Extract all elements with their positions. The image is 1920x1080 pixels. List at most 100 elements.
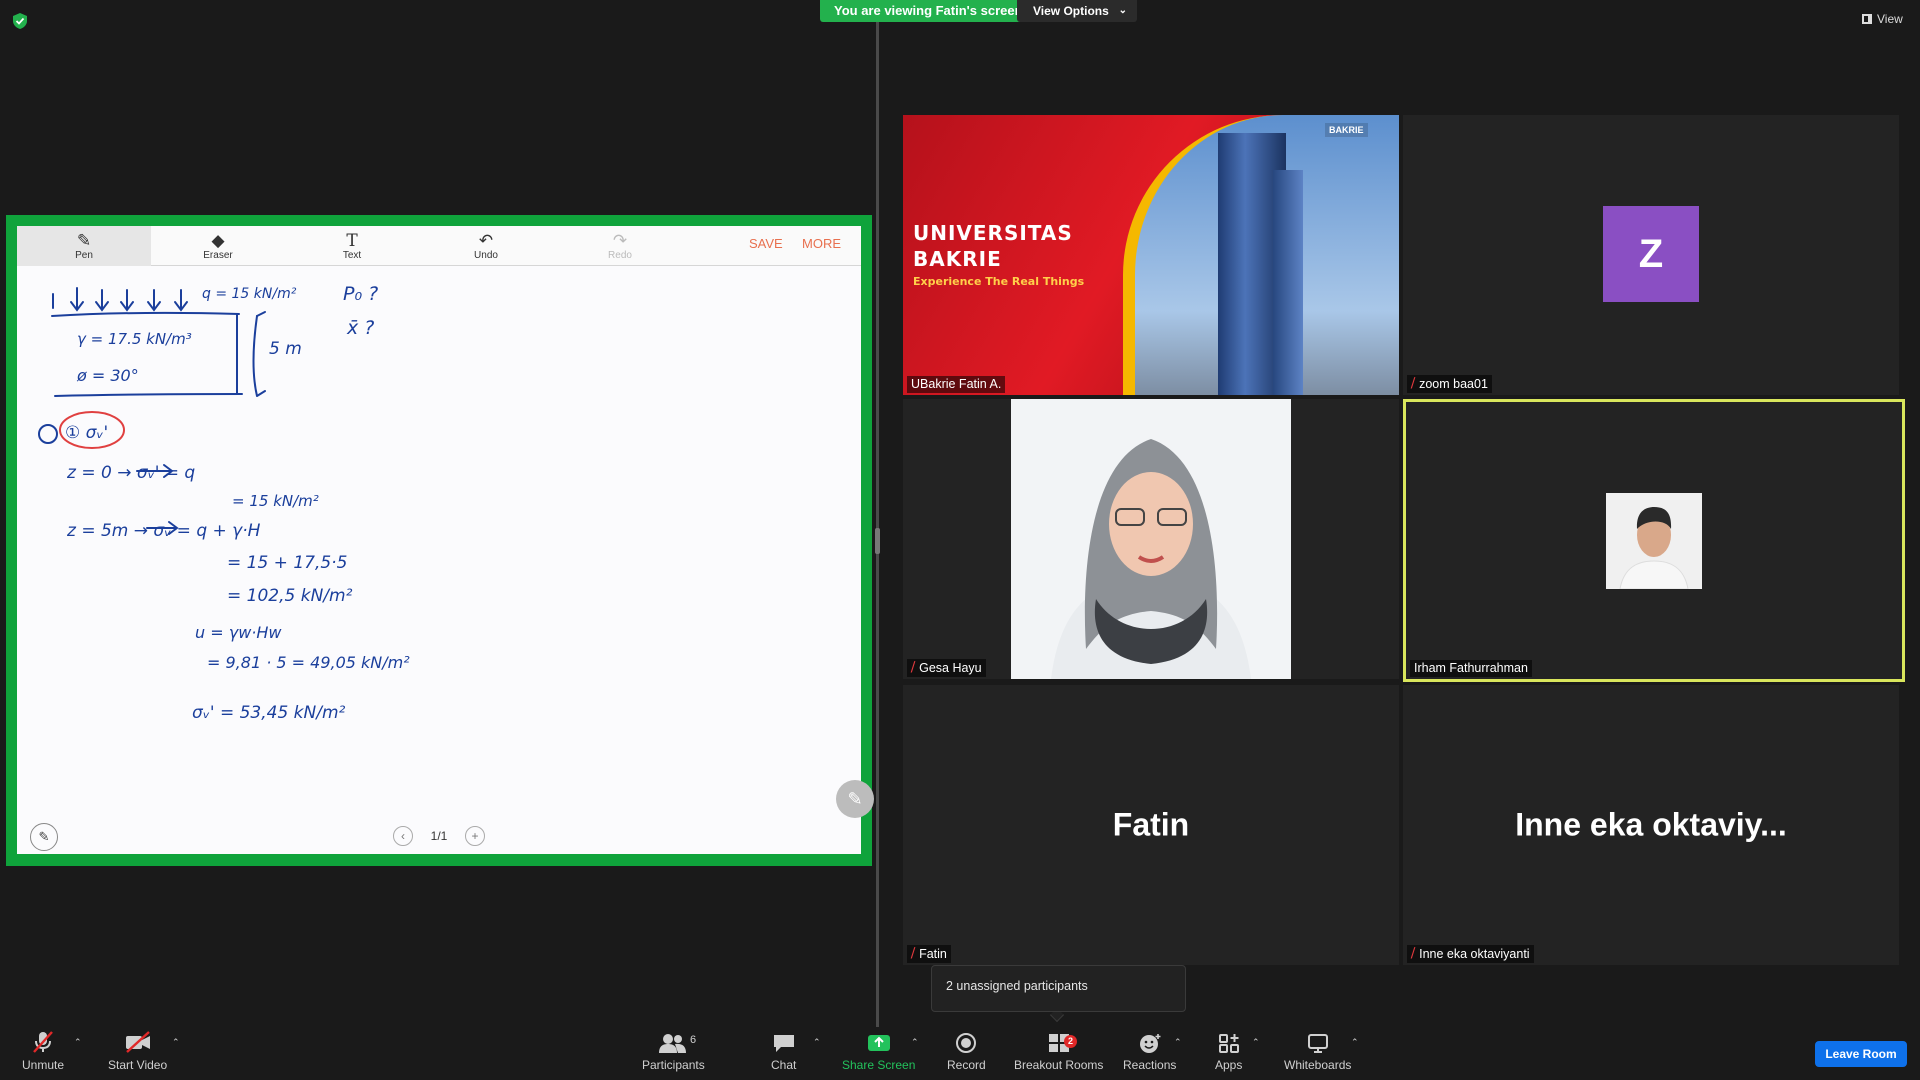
participant-name-text: UBakrie Fatin A.: [911, 377, 1002, 391]
tool-eraser[interactable]: ◆ Eraser: [151, 226, 285, 266]
gallery-view-icon: [1862, 14, 1872, 24]
apps-label: Apps: [1215, 1058, 1243, 1072]
whiteboard-more-button[interactable]: MORE: [802, 236, 841, 251]
participant-name: Irham Fathurrahman: [1410, 660, 1532, 677]
video-tile-fatin[interactable]: Fatin ⧸ Fatin: [903, 685, 1399, 965]
tool-label: Pen: [75, 249, 93, 261]
add-page-button[interactable]: +: [465, 826, 485, 846]
avatar: Z: [1603, 206, 1699, 302]
whiteboard-save-button[interactable]: SAVE: [749, 236, 783, 251]
side-panel-toggle-icon[interactable]: ›: [6, 828, 16, 852]
video-tile-inne[interactable]: Inne eka oktaviy... ⧸ Inne eka oktaviyan…: [1403, 685, 1899, 965]
leave-room-button[interactable]: Leave Room: [1815, 1041, 1907, 1067]
whiteboard-icon: [1306, 1030, 1330, 1054]
chat-options-caret-icon[interactable]: ⌃: [813, 1037, 821, 1048]
audio-options-caret-icon[interactable]: ⌃: [74, 1037, 82, 1048]
tool-undo[interactable]: ↶ Undo: [419, 226, 553, 266]
whiteboards-label: Whiteboards: [1284, 1058, 1352, 1072]
chat-label: Chat: [771, 1058, 797, 1072]
participant-name-text: Gesa Hayu: [919, 660, 982, 675]
redo-icon: ↷: [612, 230, 628, 250]
ink-xbar: x̄ ?: [346, 317, 374, 339]
apps-button[interactable]: Apps: [1215, 1030, 1242, 1072]
banner-title: UNIVERSITAS BAKRIE: [913, 220, 1073, 272]
participants-icon: [658, 1030, 688, 1054]
undo-icon: ↶: [478, 230, 494, 250]
share-screen-button[interactable]: Share Screen: [842, 1030, 915, 1072]
ink-p0: P₀ ?: [343, 283, 378, 305]
ink-depth: 5 m: [269, 339, 302, 359]
university-logo: BAKRIE: [1325, 123, 1368, 137]
tool-text[interactable]: T Text: [285, 226, 419, 266]
split-view-divider[interactable]: [876, 22, 879, 1027]
reactions-label: Reactions: [1123, 1058, 1177, 1072]
ink-gamma: γ = 17.5 kN/m³: [77, 330, 192, 348]
video-tile-gesa-hayu[interactable]: ⧸ Gesa Hayu: [903, 399, 1399, 679]
tool-redo[interactable]: ↷ Redo: [553, 226, 687, 266]
video-off-icon: [124, 1030, 152, 1054]
chat-icon: [772, 1030, 796, 1054]
tool-pen[interactable]: ✎ Pen: [17, 226, 151, 266]
video-options-caret-icon[interactable]: ⌃: [172, 1037, 180, 1048]
banner-tower-image-2: [1273, 170, 1303, 395]
breakout-rooms-badge: 2: [1064, 1035, 1078, 1048]
whiteboard-pager: ‹ 1/1 +: [393, 825, 485, 847]
muted-mic-icon: ⧸: [911, 660, 916, 674]
eraser-icon: ◆: [211, 230, 225, 250]
divider-handle[interactable]: [875, 528, 880, 554]
breakout-rooms-button[interactable]: Breakout Rooms: [1014, 1030, 1103, 1072]
ink-phi: ø = 30°: [76, 366, 139, 385]
ink-z5-b: = 102,5 kN/m²: [227, 586, 353, 606]
whiteboard-settings-button[interactable]: ✎: [30, 823, 58, 851]
breakout-rooms-label: Breakout Rooms: [1014, 1058, 1104, 1072]
record-icon: [955, 1030, 977, 1054]
view-layout-button[interactable]: View: [1862, 12, 1903, 26]
ink-pore-pressure: u = γw·Hw: [195, 623, 282, 642]
view-options-label: View Options: [1033, 4, 1109, 18]
reactions-button[interactable]: Reactions: [1123, 1030, 1176, 1072]
participant-photo: [1606, 493, 1702, 589]
whiteboards-options-caret-icon[interactable]: ⌃: [1351, 1037, 1359, 1048]
record-button[interactable]: Record: [947, 1030, 986, 1072]
apps-options-caret-icon[interactable]: ⌃: [1252, 1037, 1260, 1048]
share-screen-icon: [866, 1030, 892, 1054]
video-tile-zoom-baa01[interactable]: Z ⧸ zoom baa01: [1403, 115, 1899, 395]
apps-icon: [1218, 1030, 1240, 1054]
participant-display-name: Inne eka oktaviy...: [1515, 806, 1787, 843]
participant-name-text: Irham Fathurrahman: [1414, 661, 1528, 675]
start-video-button[interactable]: Start Video: [108, 1030, 167, 1072]
participant-name-text: Fatin: [919, 946, 947, 961]
muted-mic-icon: ⧸: [911, 946, 916, 960]
reactions-options-caret-icon[interactable]: ⌃: [1174, 1037, 1182, 1048]
encryption-shield-icon[interactable]: [12, 12, 28, 30]
text-icon: T: [346, 230, 358, 251]
tool-label: Undo: [474, 249, 498, 261]
share-screen-label: Share Screen: [842, 1058, 916, 1072]
unmute-button[interactable]: Unmute: [22, 1030, 64, 1072]
ink-step1: ① σᵥ': [65, 423, 108, 443]
whiteboard-ink: q = 15 kN/m² γ = 17.5 kN/m³ ø = 30° 5 m …: [38, 283, 410, 723]
tool-label: Redo: [608, 249, 632, 261]
page-indicator: 1/1: [430, 829, 448, 843]
participant-name: UBakrie Fatin A.: [907, 376, 1006, 393]
participant-photo: [1011, 399, 1291, 679]
participant-name-text: Inne eka oktaviyanti: [1419, 946, 1530, 961]
chevron-down-icon: ⌄: [1118, 5, 1127, 16]
unassigned-participants-popup[interactable]: 2 unassigned participants: [931, 965, 1186, 1012]
whiteboards-button[interactable]: Whiteboards: [1284, 1030, 1351, 1072]
banner-title-line2: BAKRIE: [913, 247, 1002, 271]
chat-button[interactable]: Chat: [771, 1030, 796, 1072]
view-options-button[interactable]: View Options ⌄: [1017, 0, 1137, 22]
share-options-caret-icon[interactable]: ⌃: [911, 1037, 919, 1048]
ink-z5: z = 5m → σᵥ = q + γ·H: [66, 521, 261, 541]
previous-page-button[interactable]: ‹: [393, 826, 413, 846]
video-tile-ubakrie[interactable]: UNIVERSITAS BAKRIE Experience The Real T…: [903, 115, 1399, 395]
settings-pen-icon: ✎: [38, 829, 50, 844]
ink-z0-value: = 15 kN/m²: [232, 492, 319, 510]
annotate-pencil-button[interactable]: ✎: [836, 780, 874, 818]
video-tile-irham-active-speaker[interactable]: Irham Fathurrahman: [1403, 399, 1905, 682]
ink-load: q = 15 kN/m²: [202, 286, 297, 302]
participants-count: 6: [690, 1034, 697, 1046]
start-video-label: Start Video: [108, 1058, 168, 1072]
participant-name: ⧸ zoom baa01: [1407, 375, 1492, 393]
